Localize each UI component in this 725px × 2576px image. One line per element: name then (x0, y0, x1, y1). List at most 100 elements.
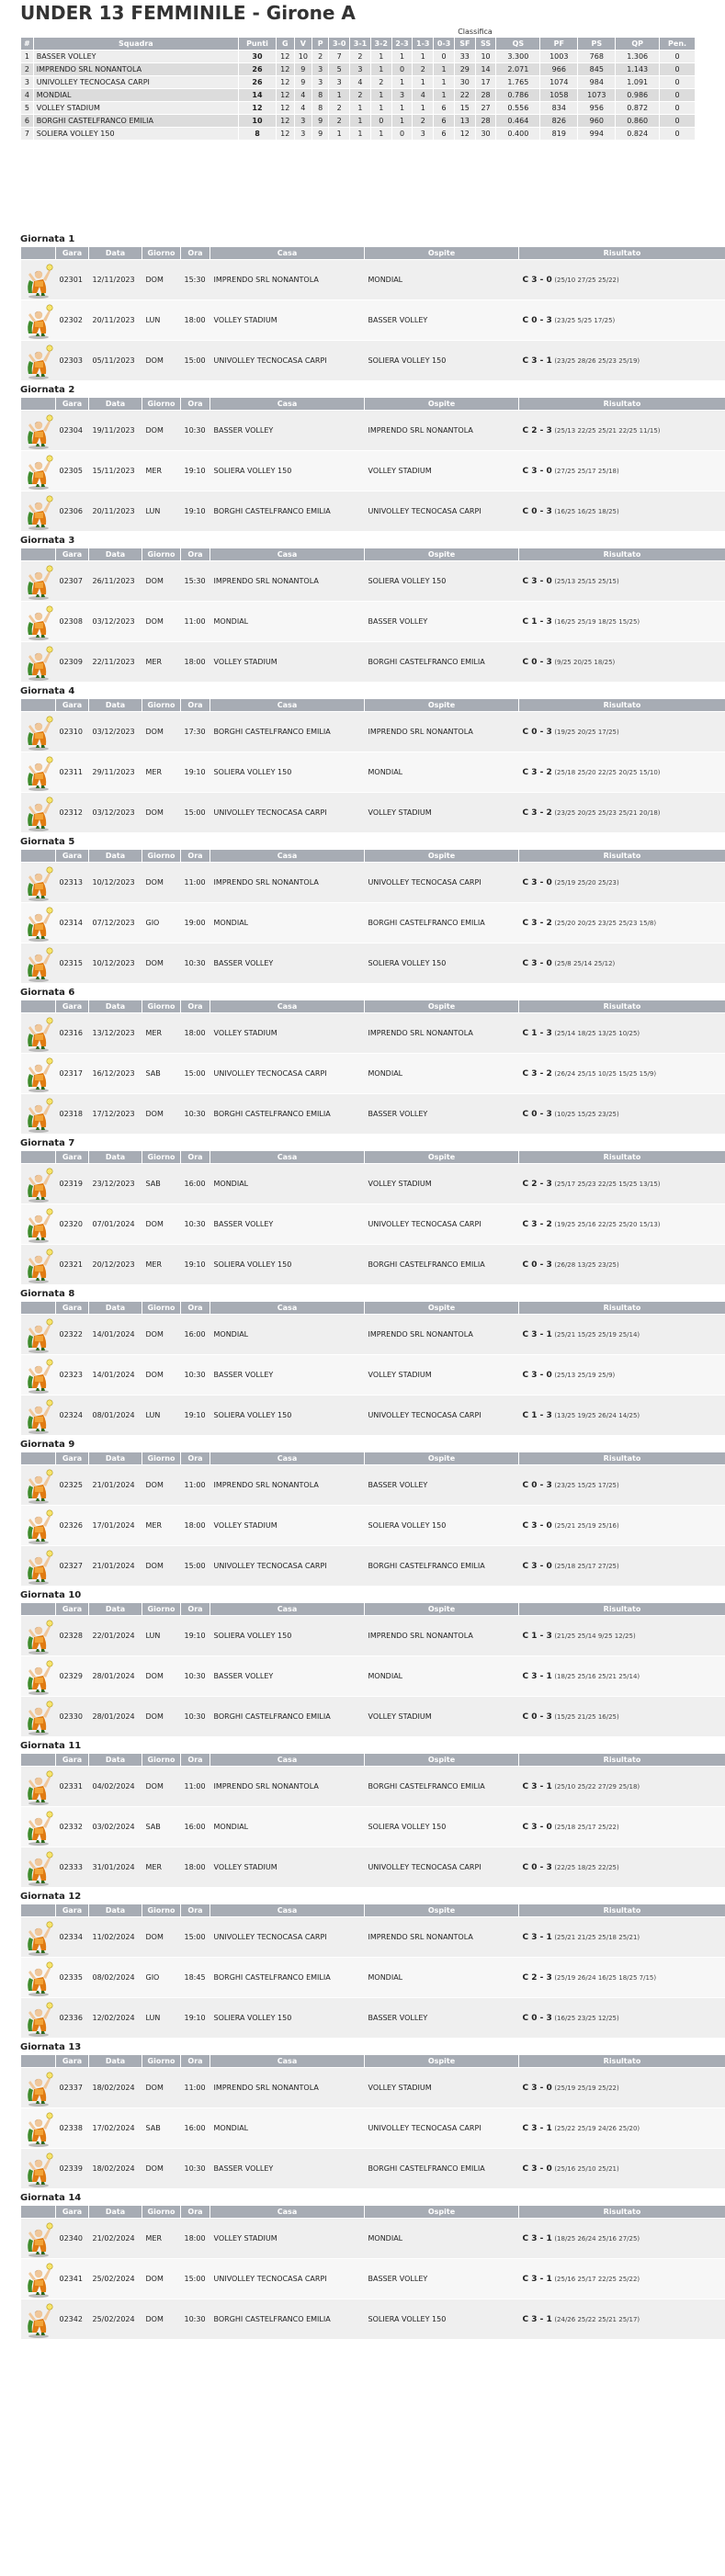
game-number: 02323 (55, 1354, 89, 1395)
team-name: MONDIAL (32, 88, 239, 102)
games-header-row: Gara Data Giorno Ora Casa Ospite Risultato (20, 1602, 725, 1616)
icon-cell (20, 1615, 56, 1656)
game-number: 02322 (55, 1314, 89, 1355)
game-day: MER (142, 1012, 181, 1054)
games-header-cell: Gara (55, 1000, 89, 1013)
away-team: SOLIERA VOLLEY 150 (364, 340, 519, 380)
home-team: BORGHI CASTELFRANCO EMILIA (210, 491, 365, 531)
games-header-cell: Gara (55, 2054, 89, 2068)
volleyball-player-icon (24, 1699, 53, 1735)
games-table: Gara Data Giorno Ora Casa Ospite Risultato 0231… (20, 849, 725, 983)
home-team: SOLIERA VOLLEY 150 (210, 1615, 365, 1656)
standings-header-cell: Pen. (659, 37, 696, 51)
icon-cell (20, 1847, 56, 1887)
game-day: DOM (142, 1314, 181, 1355)
standings-cell: 2 (328, 114, 351, 128)
game-day: MER (142, 1244, 181, 1284)
home-team: BORGHI CASTELFRANCO EMILIA (210, 1093, 365, 1134)
game-date: 19/11/2023 (88, 410, 142, 451)
volleyball-player-icon (24, 563, 53, 600)
away-team: MONDIAL (364, 259, 519, 300)
game-row: 02320 07/01/2024 DOM 10:30 BASSER VOLLEY UNIV… (20, 1203, 725, 1245)
standings-cell: 4 (293, 101, 313, 115)
standings-header-cell: SF (453, 37, 476, 51)
game-result: C 3 - 0 (25/21 25/19 25/16) (518, 1505, 725, 1546)
away-team: BORGHI CASTELFRANCO EMILIA (364, 2148, 519, 2188)
game-time: 10:30 (180, 1093, 210, 1134)
game-day: SAB (142, 2107, 181, 2149)
games-header-cell: Casa (210, 1602, 365, 1616)
result-sets: (25/16 25/10 25/21) (554, 2164, 619, 2173)
game-result: C 1 - 3 (21/25 25/14 9/25 12/25) (518, 1615, 725, 1656)
standings-cell: 1 (369, 62, 392, 76)
icon-cell (20, 2258, 56, 2299)
games-header-cell: Giorno (142, 2205, 181, 2219)
game-date: 15/11/2023 (88, 450, 142, 491)
game-row: 02318 17/12/2023 DOM 10:30 BORGHI CASTELFRAN… (20, 1093, 725, 1134)
round-section: Giornata 9 Gara Data Giorno Ora Casa Ospite Ris… (20, 1439, 725, 1586)
game-row: 02304 19/11/2023 DOM 10:30 BASSER VOLLEY IMPR… (20, 410, 725, 451)
standings-cell: 1 (433, 62, 455, 76)
game-day: LUN (142, 299, 181, 341)
games-header-cell: Gara (55, 849, 89, 863)
home-team: VOLLEY STADIUM (210, 2218, 365, 2259)
game-time: 19:10 (180, 1997, 210, 2038)
game-result: C 1 - 3 (16/25 25/19 18/25 15/25) (518, 601, 725, 642)
result-sets: (24/26 25/22 25/21 25/17) (554, 2315, 640, 2323)
away-team: SOLIERA VOLLEY 150 (364, 560, 519, 602)
result-sets: (21/25 25/14 9/25 12/25) (554, 1632, 636, 1640)
game-number: 02308 (55, 601, 89, 642)
game-result: C 3 - 1 (24/26 25/22 25/21 25/17) (518, 2299, 725, 2339)
result-sets: (19/25 25/16 22/25 25/20 15/13) (554, 1220, 661, 1228)
games-header-cell: Ora (180, 1602, 210, 1616)
round-section: Giornata 7 Gara Data Giorno Ora Casa Ospite Ris… (20, 1137, 725, 1284)
game-number: 02306 (55, 491, 89, 531)
home-team: BASSER VOLLEY (210, 410, 365, 451)
standings-row: 5 VOLLEY STADIUM 12 12 4 8 2 1 1 1 1 6 15 27 0.556 834 9… (20, 101, 696, 115)
games-table: Gara Data Giorno Ora Casa Ospite Risultato 0233… (20, 2054, 725, 2188)
round-section: Giornata 8 Gara Data Giorno Ora Casa Ospite Ris… (20, 1288, 725, 1435)
games-table: Gara Data Giorno Ora Casa Ospite Risultato 0233… (20, 1904, 725, 2038)
volleyball-player-icon (24, 1397, 53, 1434)
icon-cell (20, 1545, 56, 1586)
game-number: 02334 (55, 1916, 89, 1958)
standings-table: # Squadra Punti G V P 3-0 3-1 3-2 2-3 1-3 0-3 SF SS QS… (20, 37, 696, 141)
home-team: SOLIERA VOLLEY 150 (210, 751, 365, 793)
games-header-cell: Risultato (518, 246, 725, 260)
games-header-cell: Gara (55, 246, 89, 260)
games-header-cell: Ospite (364, 1150, 519, 1164)
standings-row: 4 MONDIAL 14 12 4 8 1 2 1 3 4 1 22 28 0.786 1058 1073 0.9… (20, 88, 696, 102)
game-day: LUN (142, 1615, 181, 1656)
game-result: C 3 - 0 (25/19 25/20 25/23) (518, 862, 725, 903)
standings-cell: 9 (293, 75, 313, 89)
game-day: DOM (142, 340, 181, 380)
standings-header-cell: 2-3 (391, 37, 413, 51)
volleyball-player-icon (24, 453, 53, 490)
games-header-cell: Ospite (364, 1452, 519, 1465)
game-day: MER (142, 751, 181, 793)
game-number: 02340 (55, 2218, 89, 2259)
game-result: C 0 - 3 (15/25 21/25 16/25) (518, 1696, 725, 1736)
game-time: 19:10 (180, 1395, 210, 1435)
away-team: IMPRENDO SRL NONANTOLA (364, 1314, 519, 1355)
standings-cell: 4 (293, 88, 313, 102)
game-date: 03/02/2024 (88, 1806, 142, 1847)
games-header-row: Gara Data Giorno Ora Casa Ospite Risultato (20, 1904, 725, 1917)
game-number: 02324 (55, 1395, 89, 1435)
standings-cell: 10 (237, 114, 277, 128)
result-sets: (25/17 25/23 22/25 15/25 13/15) (554, 1180, 661, 1188)
result-score: C 3 - 0 (522, 958, 552, 968)
game-time: 15:00 (180, 1545, 210, 1586)
game-result: C 0 - 3 (26/28 13/25 23/25) (518, 1244, 725, 1284)
round-section: Giornata 11 Gara Data Giorno Ora Casa Ospite Ri… (20, 1740, 725, 1887)
game-row: 02326 17/01/2024 MER 18:00 VOLLEY STADIUM SOL… (20, 1505, 725, 1546)
standings-cell: 33 (453, 50, 476, 63)
result-sets: (25/10 25/22 27/29 25/18) (554, 1782, 640, 1791)
game-date: 03/12/2023 (88, 601, 142, 642)
standings-cell: 819 (539, 127, 579, 141)
away-team: MONDIAL (364, 1655, 519, 1697)
standings-cell: 8 (312, 101, 330, 115)
standings-cell: 9 (312, 127, 330, 141)
icon-cell (20, 340, 56, 380)
game-date: 17/02/2024 (88, 2107, 142, 2149)
